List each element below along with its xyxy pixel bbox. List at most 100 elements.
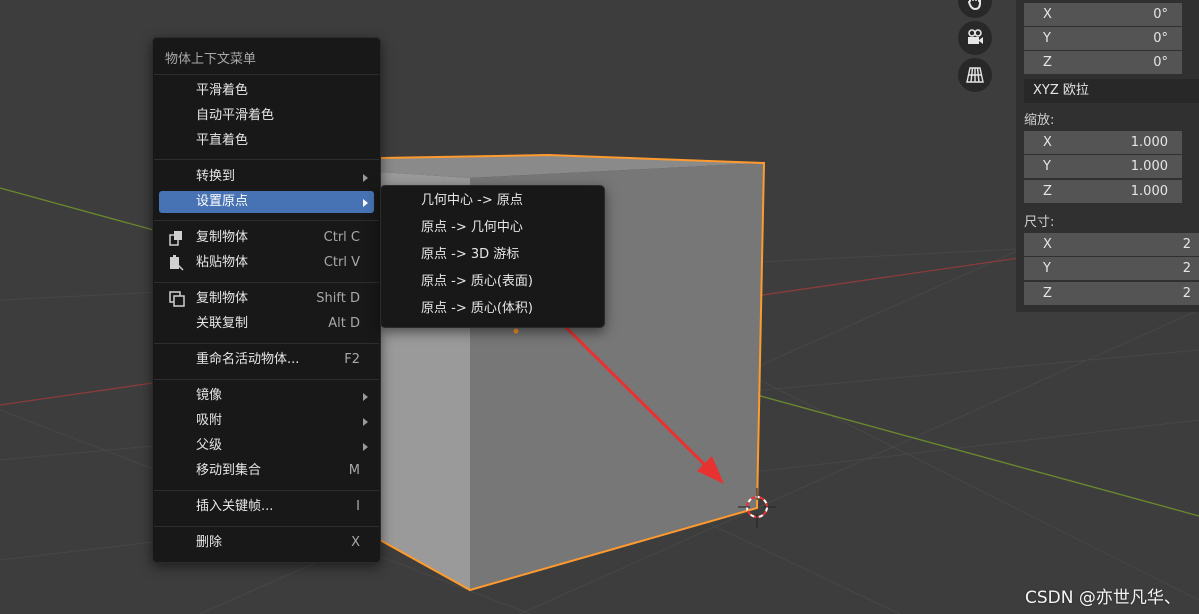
menu-item-label: 吸附 <box>196 413 223 428</box>
grid-perspective-icon <box>966 67 984 83</box>
field-value: 0° <box>1153 31 1168 46</box>
scale-z-field[interactable]: Z 1.000 <box>1024 180 1182 203</box>
menu-divider <box>154 526 379 527</box>
menu-item-duplicate-objects[interactable]: 复制物体 Shift D <box>159 288 374 310</box>
rotation-y-field[interactable]: Y 0° <box>1024 27 1182 50</box>
menu-item-convert-to[interactable]: 转换到 <box>159 166 374 188</box>
menu-item-label: 平直着色 <box>196 133 249 148</box>
menu-item-insert-keyframe[interactable]: 插入关键帧... I <box>159 496 374 518</box>
menu-item-mirror[interactable]: 镜像 <box>159 385 374 407</box>
menu-item-label: 复制物体 <box>196 230 249 245</box>
menu-item-copy-objects[interactable]: 复制物体 Ctrl C <box>159 227 374 249</box>
menu-item-move-to-collection[interactable]: 移动到集合 M <box>159 460 374 482</box>
shortcut-label: Ctrl V <box>323 255 360 270</box>
menu-item-snap[interactable]: 吸附 <box>159 410 374 432</box>
shortcut-label: I <box>356 499 360 514</box>
submenu-item-origin-to-3d-cursor[interactable]: 原点 -> 3D 游标 <box>387 244 598 266</box>
menu-item-shade-smooth[interactable]: 平滑着色 <box>159 80 374 102</box>
menu-item-label: 移动到集合 <box>196 463 262 478</box>
menu-item-delete[interactable]: 删除 X <box>159 532 374 554</box>
axis-label: Z <box>1043 184 1052 199</box>
menu-item-paste-objects[interactable]: 粘贴物体 Ctrl V <box>159 252 374 274</box>
submenu-arrow-icon <box>363 174 368 182</box>
scale-x-field[interactable]: X 1.000 <box>1024 131 1182 154</box>
field-value: 2 <box>1182 237 1191 252</box>
menu-item-label: 复制物体 <box>196 291 249 306</box>
axis-label: Y <box>1043 31 1051 46</box>
menu-item-label: 设置原点 <box>196 194 249 209</box>
menu-divider <box>154 282 379 283</box>
axis-label: X <box>1043 237 1052 252</box>
copy-icon <box>169 231 182 246</box>
submenu-arrow-icon <box>363 393 368 401</box>
axis-label: X <box>1043 135 1052 150</box>
field-value: 2 <box>1182 261 1191 276</box>
menu-item-label: 自动平滑着色 <box>196 108 275 123</box>
submenu-item-label: 原点 -> 质心(体积) <box>421 301 533 316</box>
menu-divider <box>154 379 379 380</box>
menu-item-label: 转换到 <box>196 169 236 184</box>
perspective-toggle-button[interactable] <box>958 58 992 92</box>
menu-divider <box>154 74 379 75</box>
shortcut-label: Alt D <box>328 316 360 331</box>
watermark: CSDN @亦世凡华、 <box>1025 588 1181 608</box>
menu-item-duplicate-linked[interactable]: 关联复制 Alt D <box>159 313 374 335</box>
axis-label: Z <box>1043 286 1052 301</box>
menu-item-label: 粘贴物体 <box>196 255 249 270</box>
submenu-item-label: 原点 -> 质心(表面) <box>421 274 533 289</box>
shortcut-label: X <box>351 535 360 550</box>
dimensions-x-field[interactable]: X 2 <box>1024 233 1199 256</box>
rotation-mode-value: XYZ 欧拉 <box>1033 83 1089 98</box>
submenu-item-label: 原点 -> 3D 游标 <box>421 247 520 262</box>
shortcut-label: F2 <box>344 352 360 367</box>
dimensions-label: 尺寸: <box>1024 215 1055 230</box>
submenu-arrow-icon <box>363 443 368 451</box>
axis-label: Z <box>1043 55 1052 70</box>
rotation-z-field[interactable]: Z 0° <box>1024 51 1182 74</box>
menu-item-label: 镜像 <box>196 388 223 403</box>
rotation-mode-dropdown[interactable]: XYZ 欧拉 <box>1024 79 1199 103</box>
menu-divider <box>154 490 379 491</box>
dimensions-z-field[interactable]: Z 2 <box>1024 282 1199 305</box>
axis-label: X <box>1043 7 1052 22</box>
menu-item-label: 关联复制 <box>196 316 249 331</box>
axis-label: Y <box>1043 159 1051 174</box>
submenu-item-origin-to-geometry[interactable]: 原点 -> 几何中心 <box>387 217 598 239</box>
camera-view-button[interactable] <box>958 21 992 55</box>
menu-item-set-origin[interactable]: 设置原点 <box>159 191 374 213</box>
shortcut-label: Shift D <box>316 291 360 306</box>
menu-item-shade-auto-smooth[interactable]: 自动平滑着色 <box>159 105 374 127</box>
shortcut-label: M <box>348 463 360 478</box>
duplicate-icon <box>169 291 185 307</box>
camera-icon <box>968 29 983 44</box>
scale-label: 缩放: <box>1024 113 1055 128</box>
submenu-arrow-icon <box>363 199 368 207</box>
shortcut-label: Ctrl C <box>323 230 360 245</box>
field-value: 1.000 <box>1130 159 1168 174</box>
axis-label: Y <box>1043 261 1051 276</box>
menu-divider <box>154 343 379 344</box>
submenu-arrow-icon <box>363 418 368 426</box>
rotation-x-field[interactable]: X 0° <box>1024 3 1182 26</box>
scale-y-field[interactable]: Y 1.000 <box>1024 155 1182 178</box>
field-value: 0° <box>1153 7 1168 22</box>
menu-item-label: 平滑着色 <box>196 83 249 98</box>
submenu-item-origin-to-center-of-mass-surface[interactable]: 原点 -> 质心(表面) <box>387 271 598 293</box>
submenu-item-geometry-to-origin[interactable]: 几何中心 -> 原点 <box>387 190 598 212</box>
field-value: 2 <box>1182 286 1191 301</box>
menu-divider <box>154 220 379 221</box>
menu-item-rename-active[interactable]: 重命名活动物体... F2 <box>159 349 374 371</box>
object-context-menu: 物体上下文菜单 平滑着色 自动平滑着色 平直着色 转换到 设置原点 复制物体 C… <box>152 37 381 563</box>
menu-item-label: 删除 <box>196 535 223 550</box>
menu-item-label: 插入关键帧... <box>196 499 274 514</box>
field-value: 1.000 <box>1130 135 1168 150</box>
submenu-item-label: 几何中心 -> 原点 <box>421 193 523 208</box>
field-value: 1.000 <box>1130 184 1168 199</box>
submenu-item-origin-to-center-of-mass-volume[interactable]: 原点 -> 质心(体积) <box>387 298 598 320</box>
menu-item-shade-flat[interactable]: 平直着色 <box>159 130 374 152</box>
menu-title: 物体上下文菜单 <box>165 52 257 67</box>
dimensions-y-field[interactable]: Y 2 <box>1024 257 1199 280</box>
menu-item-parent[interactable]: 父级 <box>159 435 374 457</box>
menu-item-label: 父级 <box>196 438 223 453</box>
menu-item-label: 重命名活动物体... <box>196 352 300 367</box>
